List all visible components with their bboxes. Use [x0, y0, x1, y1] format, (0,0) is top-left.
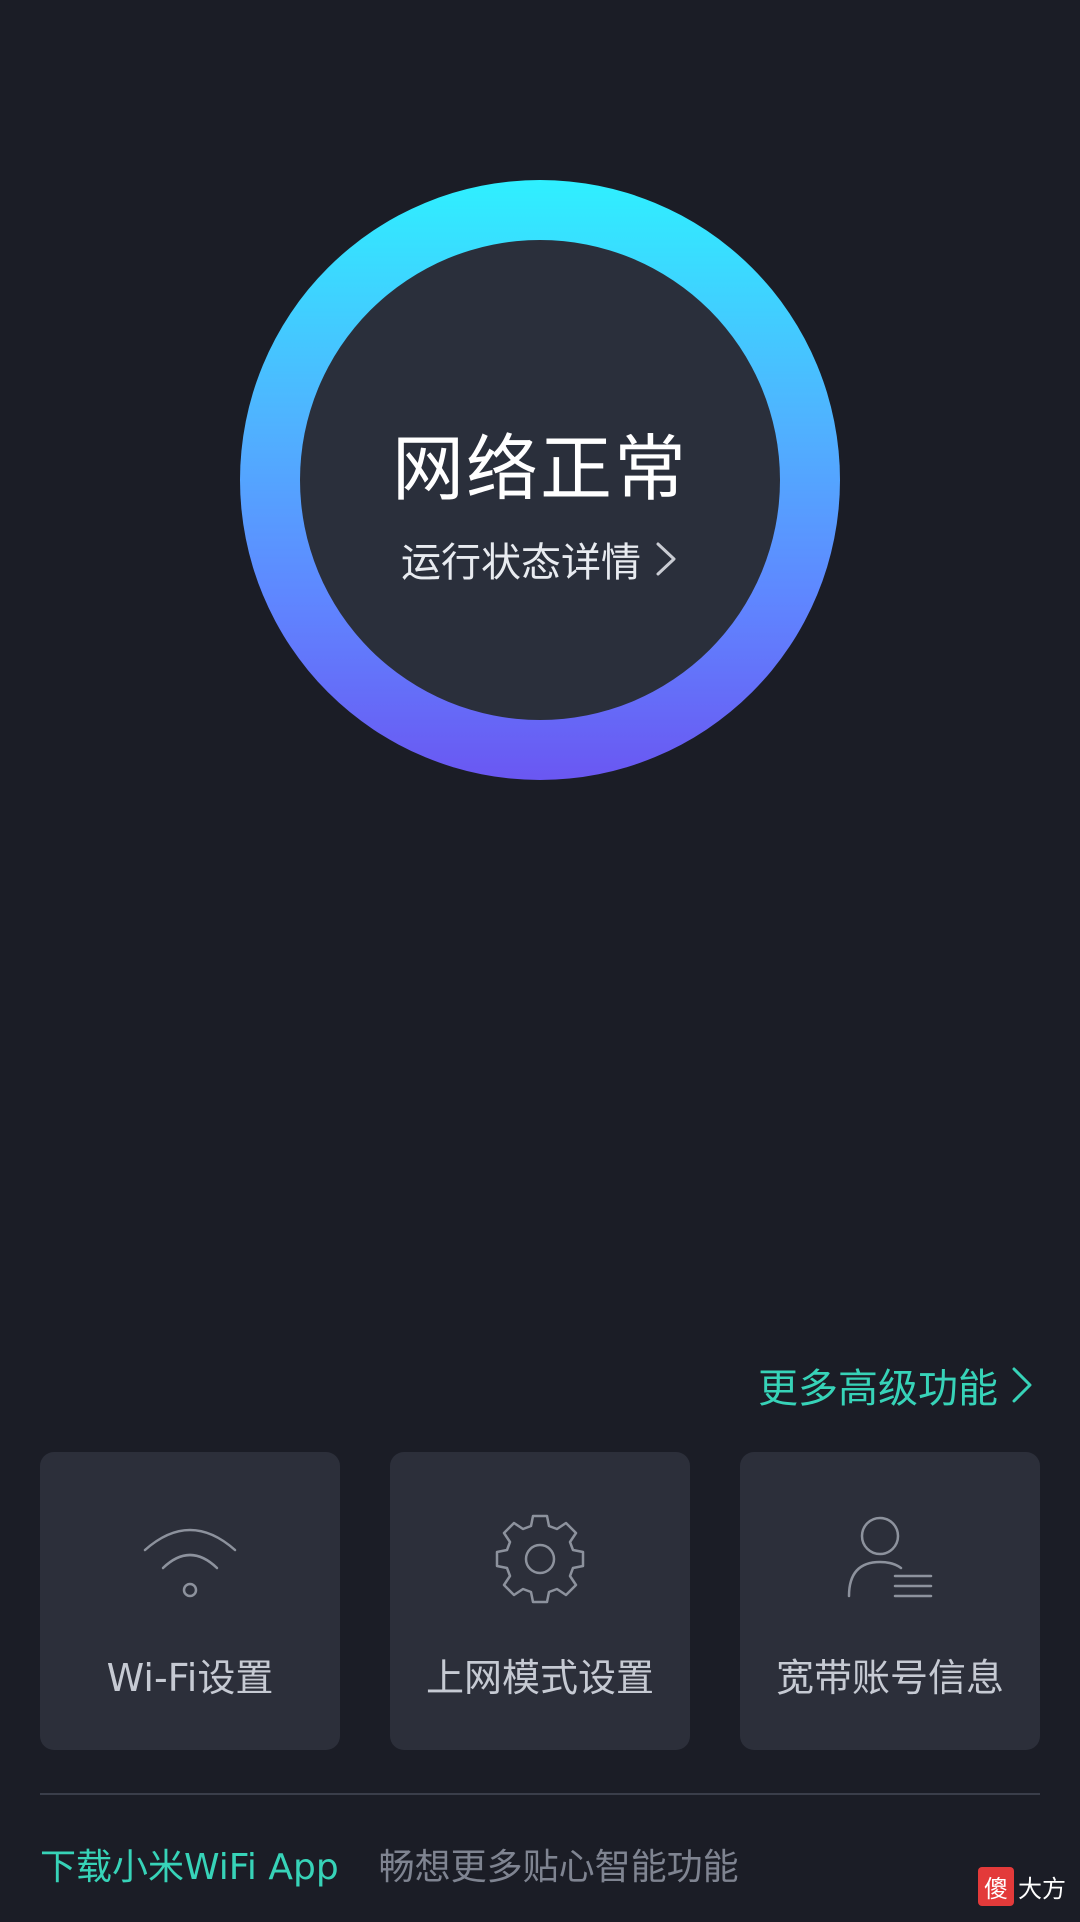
user-info-icon: [847, 1516, 933, 1598]
broadband-account-label: 宽带账号信息: [775, 1656, 1004, 1700]
status-details-link[interactable]: 运行状态详情: [300, 530, 780, 588]
broadband-account-tile[interactable]: 宽带账号信息: [740, 1452, 1040, 1750]
network-status-title: 网络正常: [391, 427, 688, 511]
wifi-settings-label: Wi-Fi设置: [106, 1656, 274, 1700]
network-status-ring[interactable]: 网络正常 运行状态详情: [240, 180, 840, 780]
download-app-link[interactable]: 下载小米WiFi App: [40, 1838, 339, 1890]
status-details-label: 运行状态详情: [401, 540, 641, 586]
network-status-center: 网络正常 运行状态详情: [300, 240, 780, 720]
chevron-right-icon: [656, 542, 676, 576]
footer-description: 畅想更多贴心智能功能: [378, 1847, 739, 1888]
feature-tiles: Wi-Fi设置 上网模式设置 宽带账号信息: [40, 1452, 1040, 1750]
footer: 下载小米WiFi App 畅想更多贴心智能功能: [40, 1838, 739, 1890]
internet-mode-label: 上网模式设置: [425, 1656, 654, 1700]
watermark-logo: 傻 大方: [978, 1867, 1066, 1906]
more-features-label: 更多高级功能: [758, 1366, 998, 1412]
more-features-link[interactable]: 更多高级功能: [758, 1356, 1034, 1414]
internet-mode-tile[interactable]: 上网模式设置: [390, 1452, 690, 1750]
gear-icon: [495, 1514, 585, 1604]
wifi-icon: [143, 1528, 237, 1598]
footer-divider: [40, 1793, 1040, 1795]
chevron-right-icon: [1012, 1367, 1032, 1403]
watermark-text-a: 傻: [978, 1867, 1014, 1906]
wifi-settings-tile[interactable]: Wi-Fi设置: [40, 1452, 340, 1750]
watermark-text-b: 大方: [1018, 1875, 1066, 1903]
